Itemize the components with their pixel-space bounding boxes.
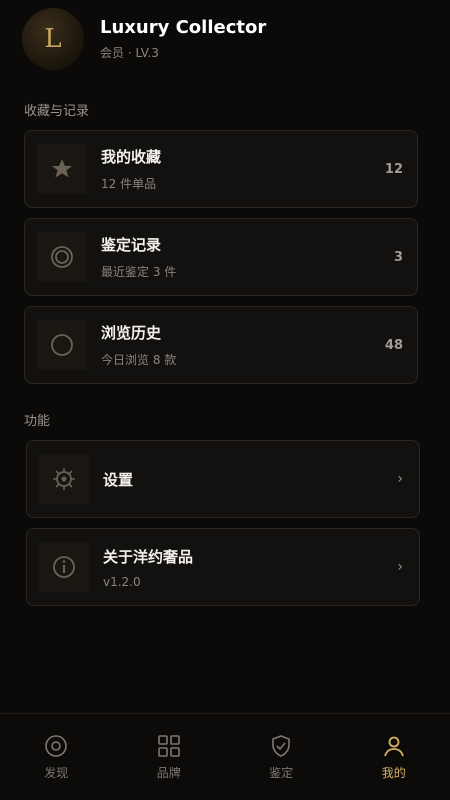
authentications-title: 鉴定记录	[101, 236, 162, 254]
user-icon	[383, 736, 404, 756]
circle-icon	[37, 320, 87, 370]
history-count: 48	[384, 337, 403, 353]
about-version: v1.2.0	[103, 574, 141, 589]
favorites-title: 我的收藏	[101, 148, 162, 166]
tab-profile[interactable]: 我的	[338, 714, 450, 800]
tab-brands[interactable]: 品牌	[113, 714, 226, 800]
rings-icon	[37, 232, 87, 282]
tab-label: 品牌	[156, 765, 181, 780]
chevron-right-icon: ›	[397, 471, 403, 487]
discover-icon	[45, 734, 68, 757]
favorites-count: 12	[384, 161, 403, 177]
favorites-subtitle: 12 件单品	[101, 177, 157, 191]
tab-label: 发现	[44, 765, 69, 780]
member-level: 会员 · LV.3	[100, 46, 159, 60]
about-card[interactable]: 关于洋约奢品 v1.2.0 ›	[26, 528, 420, 606]
gear-icon	[39, 454, 89, 504]
profile-header: L Luxury Collector 会员 · LV.3	[22, 8, 266, 70]
star-icon	[37, 144, 87, 194]
about-title: 关于洋约奢品	[103, 547, 194, 566]
avatar[interactable]: L	[22, 8, 84, 70]
username: Luxury Collector	[100, 17, 267, 38]
chevron-right-icon: ›	[397, 559, 403, 575]
settings-card[interactable]: 设置 ›	[26, 440, 420, 518]
section-title-collection: 收藏与记录	[24, 104, 90, 119]
grid-icon	[157, 734, 180, 757]
settings-title: 设置	[103, 470, 134, 489]
avatar-letter: L	[44, 24, 62, 54]
tab-authenticate[interactable]: 鉴定	[225, 714, 338, 800]
tab-discover[interactable]: 发现	[0, 714, 113, 800]
authentications-count: 3	[393, 249, 403, 265]
tab-label: 鉴定	[269, 765, 294, 780]
history-subtitle: 今日浏览 8 款	[101, 353, 177, 367]
shield-icon	[272, 734, 291, 757]
section-title-functions: 功能	[24, 414, 51, 429]
profile-info: Luxury Collector 会员 · LV.3	[100, 17, 266, 61]
browsing-history-card[interactable]: 浏览历史 今日浏览 8 款 48	[24, 306, 418, 384]
favorites-card[interactable]: 我的收藏 12 件单品 12	[24, 130, 418, 208]
info-icon	[39, 542, 89, 592]
authentications-subtitle: 最近鉴定 3 件	[101, 265, 177, 279]
bottom-tab-bar: 发现 品牌 鉴定 我的	[0, 713, 450, 800]
authentication-records-card[interactable]: 鉴定记录 最近鉴定 3 件 3	[24, 218, 418, 296]
history-title: 浏览历史	[101, 324, 162, 342]
tab-label: 我的	[381, 765, 406, 780]
